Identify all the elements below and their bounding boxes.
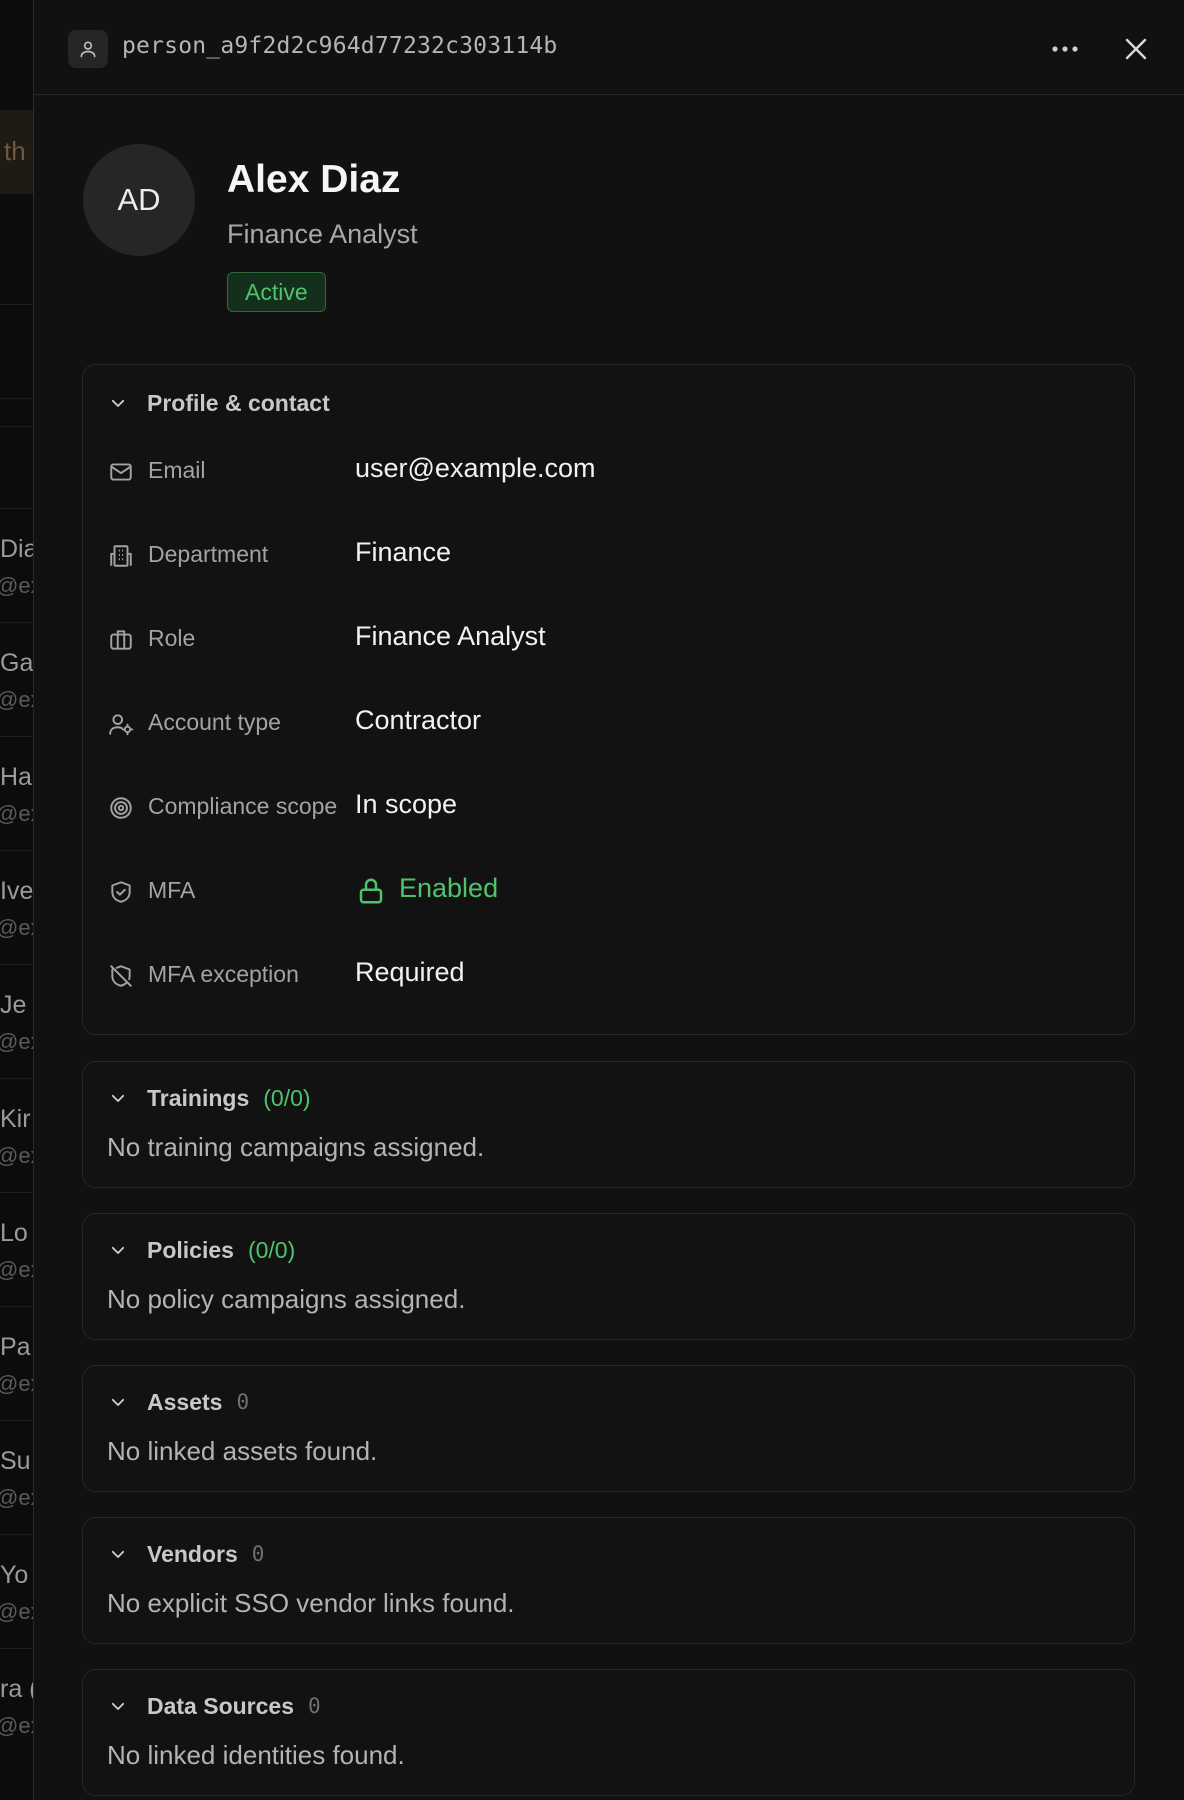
person-detail-drawer: person_a9f2d2c964d77232c303114b AD Alex … [33,0,1184,1800]
policies-count: (0/0) [247,1236,296,1263]
person-icon [68,30,108,68]
field-department: Department Finance [107,535,1107,575]
building-icon [107,542,135,570]
briefcase-icon [107,626,135,654]
background-list-row[interactable]: Dia@ex [0,508,34,623]
background-list-row[interactable]: Ha@ex [0,736,34,851]
chevron-down-icon [107,392,129,414]
background-list-row[interactable]: Pa@ex [0,1306,34,1421]
chevron-down-icon [107,1087,129,1109]
field-mfa: MFA Enabled [107,871,1107,911]
background-list-row[interactable]: Yo@ex [0,1534,34,1649]
target-icon [107,794,135,822]
person-id: person_a9f2d2c964d77232c303114b [122,33,558,59]
assets-empty-message: No linked assets found. [107,1436,378,1466]
status-badge: Active [227,272,326,312]
shield-check-icon [107,878,135,906]
divider [0,304,34,305]
avatar: AD [83,144,195,256]
background-list-row[interactable]: Ga@ex [0,622,34,737]
assets-toggle[interactable]: Assets 0 [107,1386,249,1418]
background-list-row[interactable]: Ive@ex [0,850,34,965]
person-name: Alex Diaz [227,158,401,201]
field-role: Role Finance Analyst [107,619,1107,659]
mail-icon [107,458,135,486]
policies-empty-message: No policy campaigns assigned. [107,1284,466,1314]
vendors-count: 0 [251,1542,265,1566]
background-list-row[interactable]: Lo@ex [0,1192,34,1307]
data-sources-toggle[interactable]: Data Sources 0 [107,1690,321,1722]
trainings-section: Trainings (0/0) No training campaigns as… [82,1061,1135,1188]
drawer-header: person_a9f2d2c964d77232c303114b [34,0,1184,95]
chevron-down-icon [107,1543,129,1565]
data-sources-count: 0 [308,1694,321,1718]
vendors-section: Vendors 0 No explicit SSO vendor links f… [82,1517,1135,1644]
background-list-row[interactable]: Su@ex [0,1420,34,1535]
account-type-value: Contractor [355,705,482,735]
profile-contact-section: Profile & contact Email user@example.com… [82,364,1135,1035]
chevron-down-icon [107,1695,129,1717]
trainings-toggle[interactable]: Trainings (0/0) [107,1082,311,1114]
more-options-button[interactable] [1044,28,1086,70]
department-value: Finance [355,537,452,567]
chevron-down-icon [107,1239,129,1261]
background-list-row[interactable]: ra (@ex [0,1648,34,1763]
data-sources-empty-message: No linked identities found. [107,1740,405,1770]
person-title: Finance Analyst [227,219,418,249]
lock-icon [355,875,387,907]
background-highlight-banner: th [0,110,34,194]
more-horizontal-icon [1052,46,1078,52]
email-value[interactable]: user@example.com [355,453,596,484]
vendors-toggle[interactable]: Vendors 0 [107,1538,264,1570]
profile-contact-toggle[interactable]: Profile & contact [107,387,330,419]
background-people-list: th Dia@ex Ga@ex Ha@ex Ive@ex Je@ex Kir@e… [0,0,34,1800]
trainings-empty-message: No training campaigns assigned. [107,1132,485,1162]
trainings-count: (0/0) [263,1084,311,1111]
field-compliance-scope: Compliance scope In scope [107,787,1107,827]
close-icon [1125,38,1147,60]
field-account-type: Account type Contractor [107,703,1107,743]
vendors-empty-message: No explicit SSO vendor links found. [107,1588,515,1618]
shield-off-icon [107,962,135,990]
field-email: Email user@example.com [107,451,1107,491]
divider [0,426,34,427]
divider [0,398,34,399]
mfa-exception-value: Required [355,957,465,987]
close-button[interactable] [1115,28,1157,70]
role-value: Finance Analyst [355,621,546,651]
assets-section: Assets 0 No linked assets found. [82,1365,1135,1492]
compliance-scope-value: In scope [355,789,458,819]
chevron-down-icon [107,1391,129,1413]
assets-count: 0 [236,1390,250,1414]
field-mfa-exception: MFA exception Required [107,955,1107,995]
mfa-status-value: Enabled [399,873,499,903]
background-list-row[interactable]: Je@ex [0,964,34,1079]
data-sources-section: Data Sources 0 No linked identities foun… [82,1669,1135,1796]
user-gear-icon [107,710,135,738]
background-list-row[interactable]: Kir@ex [0,1078,34,1193]
policies-toggle[interactable]: Policies (0/0) [107,1234,295,1266]
policies-section: Policies (0/0) No policy campaigns assig… [82,1213,1135,1340]
